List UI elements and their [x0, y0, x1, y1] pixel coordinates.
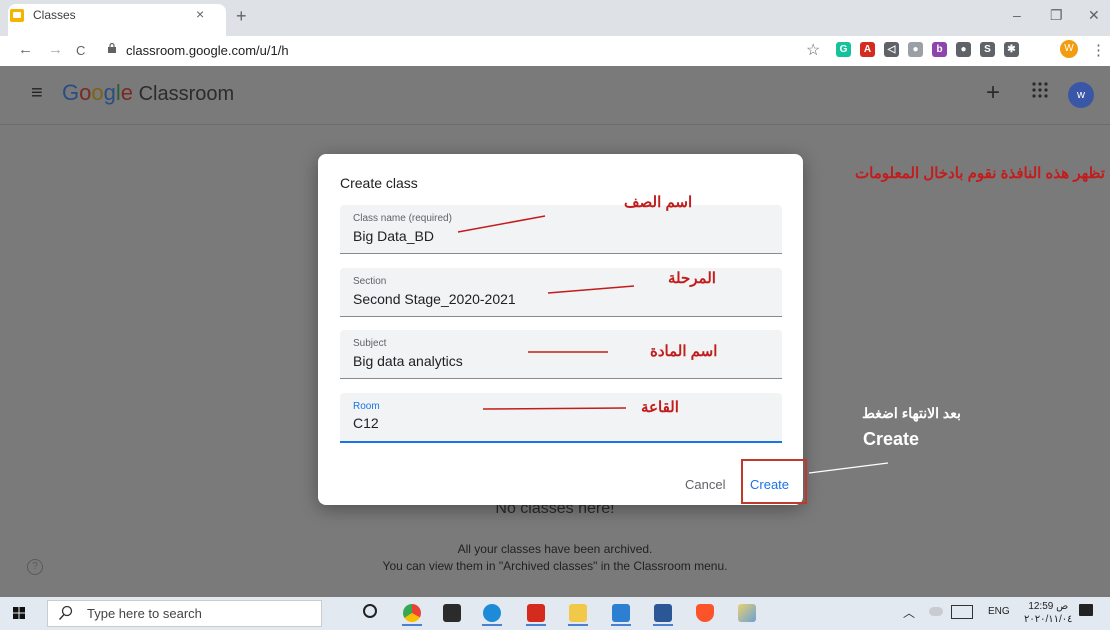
annotation-finish-line2: Create: [863, 429, 920, 449]
search-icon: [58, 605, 73, 620]
taskbar-clock[interactable]: 12:59 ص ٢٠٢٠/١١/٠٤: [1024, 600, 1073, 626]
annotation-class-name: اسم الصف: [624, 194, 693, 211]
annotation-finish-line1: بعد الانتهاء اضغط: [862, 405, 961, 421]
active-indicator: [653, 624, 673, 626]
cortana-icon[interactable]: [363, 604, 377, 618]
annotation-line: [808, 462, 889, 474]
windows-start-icon[interactable]: [13, 607, 25, 619]
language-indicator[interactable]: ENG: [988, 606, 1010, 617]
store-icon[interactable]: [443, 604, 461, 622]
action-center-icon[interactable]: [1079, 604, 1093, 616]
annotation-line: [457, 215, 546, 233]
clock-date: ٢٠٢٠/١١/٠٤: [1024, 614, 1073, 625]
search-placeholder: Type here to search: [87, 606, 202, 621]
paint-icon[interactable]: [738, 604, 756, 622]
annotation-line: [547, 285, 635, 294]
annotation-room: القاعة: [641, 399, 679, 416]
brave-icon[interactable]: [696, 604, 714, 622]
annotation-line: [482, 407, 627, 410]
active-indicator: [568, 624, 588, 626]
annotation-subject: اسم المادة: [650, 343, 718, 360]
active-indicator: [402, 624, 422, 626]
acrobat-icon[interactable]: [527, 604, 545, 622]
photos-icon[interactable]: [612, 604, 630, 622]
tray-chevron-icon[interactable]: ︿: [903, 604, 915, 621]
active-indicator: [526, 624, 546, 626]
annotation-header: تظهر هذه النافذة نقوم بادخال المعلومات: [855, 165, 1105, 182]
onedrive-icon[interactable]: [929, 607, 943, 616]
file-explorer-icon[interactable]: [569, 604, 587, 622]
active-indicator: [611, 624, 631, 626]
word-icon[interactable]: [654, 604, 672, 622]
annotation-lines: [457, 215, 889, 474]
annotation-section: المرحلة: [668, 270, 716, 287]
edge-icon[interactable]: [483, 604, 501, 622]
clock-time: 12:59 ص: [1028, 601, 1069, 612]
active-indicator: [482, 624, 502, 626]
chrome-icon[interactable]: [403, 604, 421, 622]
keyboard-icon[interactable]: [951, 605, 973, 619]
